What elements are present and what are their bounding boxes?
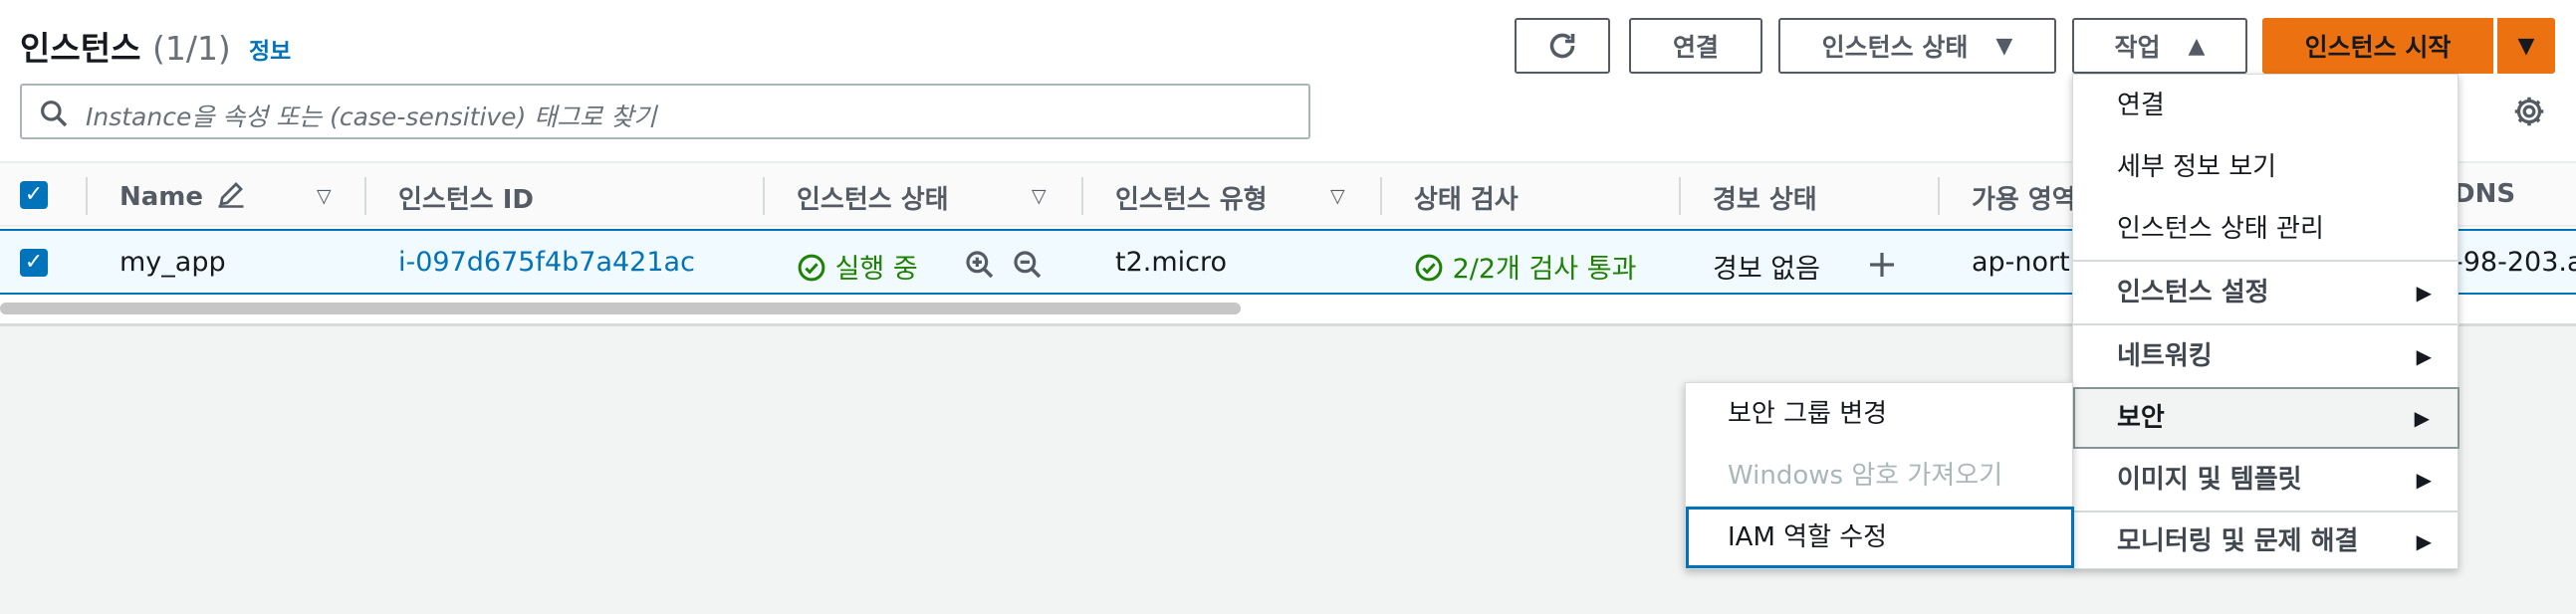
actions-menu: 연결 세부 정보 보기 인스턴스 상태 관리 인스턴스 설정 ▶ 네트워킹 ▶ 보안…	[2072, 74, 2459, 569]
menu-item-label: 인스턴스 상태 관리	[2117, 214, 2324, 244]
plus-icon[interactable]	[1866, 249, 1898, 281]
menu-item-label: 인스턴스 설정	[2117, 278, 2269, 307]
refresh-icon	[1549, 33, 1575, 59]
caret-right-icon: ▶	[2416, 281, 2432, 305]
instance-state-button[interactable]: 인스턴스 상태 ▼	[1778, 18, 2056, 74]
caret-right-icon: ▶	[2416, 529, 2432, 553]
page-title-text: 인스턴스	[20, 29, 141, 68]
column-header-name[interactable]: Name	[119, 179, 246, 212]
column-divider	[1679, 177, 1681, 215]
menu-item-label: 이미지 및 템플릿	[2117, 465, 2302, 495]
check-circle-icon	[1415, 254, 1443, 282]
column-header-instance-type[interactable]: 인스턴스 유형	[1115, 179, 1268, 216]
cell-name: my_app	[119, 247, 226, 278]
connect-label: 연결	[1672, 33, 1719, 62]
column-header-alarm-status[interactable]: 경보 상태	[1713, 179, 1817, 216]
submenu-item-get-windows-password: Windows 암호 가져오기	[1728, 461, 2003, 491]
submenu-item-change-security-groups[interactable]: 보안 그룹 변경	[1686, 383, 2074, 445]
page-title: 인스턴스 (1/1)	[20, 22, 231, 70]
menu-item-networking[interactable]: 네트워킹 ▶	[2073, 325, 2459, 387]
caret-right-icon: ▶	[2414, 406, 2430, 430]
column-divider	[364, 177, 366, 215]
menu-item-connect[interactable]: 연결	[2073, 75, 2459, 136]
sort-icon[interactable]: ▽	[317, 185, 332, 207]
gear-icon[interactable]	[2511, 94, 2547, 129]
cell-instance-state: 실행 중	[797, 247, 918, 286]
select-all-checkbox[interactable]: ✓	[20, 181, 48, 209]
caret-up-icon: ▲	[2188, 33, 2206, 59]
menu-item-label: 네트워킹	[2117, 341, 2213, 371]
menu-item-view-details[interactable]: 세부 정보 보기	[2073, 136, 2459, 198]
menu-item-security[interactable]: 보안 ▶	[2073, 387, 2459, 449]
column-header-instance-id[interactable]: 인스턴스 ID	[398, 179, 534, 216]
launch-instance-button[interactable]: 인스턴스 시작	[2262, 18, 2493, 74]
cell-instance-id[interactable]: i-097d675f4b7a421ac	[398, 247, 695, 278]
caret-right-icon: ▶	[2416, 344, 2432, 368]
column-header-instance-state[interactable]: 인스턴스 상태	[797, 179, 949, 216]
instance-count: (1/1)	[151, 29, 231, 68]
instance-state-label: 인스턴스 상태	[1821, 33, 1969, 62]
refresh-button[interactable]	[1515, 18, 1610, 74]
cell-dns: -98-203.a	[2454, 247, 2576, 278]
column-header-availability-zone[interactable]: 가용 영역	[1972, 179, 2076, 216]
instance-state-text: 실행 중	[834, 254, 918, 285]
pencil-icon	[218, 182, 244, 208]
menu-item-images-templates[interactable]: 이미지 및 템플릿 ▶	[2073, 449, 2459, 511]
menu-item-label: 보안	[2117, 403, 2165, 433]
connect-button[interactable]: 연결	[1629, 18, 1762, 74]
column-divider	[86, 177, 88, 215]
column-divider	[1081, 177, 1083, 215]
search-input[interactable]: Instance을 속성 또는 (case-sensitive) 태그로 찾기	[20, 84, 1310, 139]
security-submenu: 보안 그룹 변경 Windows 암호 가져오기 IAM 역할 수정	[1685, 382, 2074, 569]
menu-item-label: 모니터링 및 문제 해결	[2117, 526, 2359, 556]
cell-alarm-status: 경보 없음	[1713, 254, 1820, 285]
menu-item-manage-instance-state[interactable]: 인스턴스 상태 관리	[2073, 198, 2459, 260]
info-link[interactable]: 정보	[249, 32, 291, 66]
launch-instance-label: 인스턴스 시작	[2304, 33, 2452, 62]
actions-button[interactable]: 작업 ▲	[2072, 18, 2247, 74]
horizontal-scrollbar[interactable]	[0, 303, 1241, 314]
cell-availability-zone: ap-north	[1972, 247, 2087, 278]
row-checkbox[interactable]: ✓	[20, 249, 48, 277]
search-placeholder: Instance을 속성 또는 (case-sensitive) 태그로 찾기	[86, 102, 657, 131]
column-name-label: Name	[119, 182, 204, 212]
sort-icon[interactable]: ▽	[1330, 185, 1345, 207]
cell-instance-type: t2.micro	[1115, 247, 1228, 278]
column-divider	[1938, 177, 1940, 215]
check-circle-icon	[798, 254, 825, 282]
menu-item-label: 연결	[2117, 91, 2165, 120]
caret-down-icon: ▼	[1995, 33, 2013, 59]
menu-item-instance-settings[interactable]: 인스턴스 설정 ▶	[2073, 262, 2459, 323]
caret-right-icon: ▶	[2416, 468, 2432, 492]
column-divider	[1380, 177, 1382, 215]
column-divider	[763, 177, 765, 215]
zoom-in-icon[interactable]	[964, 249, 996, 281]
launch-dropdown-button[interactable]: ▼	[2497, 18, 2555, 74]
search-icon	[41, 101, 68, 127]
status-check-text: 2/2개 검사 통과	[1452, 254, 1637, 285]
menu-item-monitoring-troubleshooting[interactable]: 모니터링 및 문제 해결 ▶	[2073, 511, 2459, 572]
menu-item-label: 세부 정보 보기	[2117, 152, 2277, 182]
column-header-status-check[interactable]: 상태 검사	[1414, 179, 1519, 216]
actions-label: 작업	[2114, 33, 2161, 62]
zoom-out-icon[interactable]	[1012, 249, 1044, 281]
sort-icon[interactable]: ▽	[1032, 185, 1047, 207]
caret-down-icon: ▼	[2517, 33, 2535, 59]
cell-status-check: 2/2개 검사 통과	[1414, 247, 1636, 286]
column-header-dns[interactable]: DNS	[2454, 179, 2515, 209]
submenu-item-modify-iam-role[interactable]: IAM 역할 수정	[1686, 507, 2074, 568]
